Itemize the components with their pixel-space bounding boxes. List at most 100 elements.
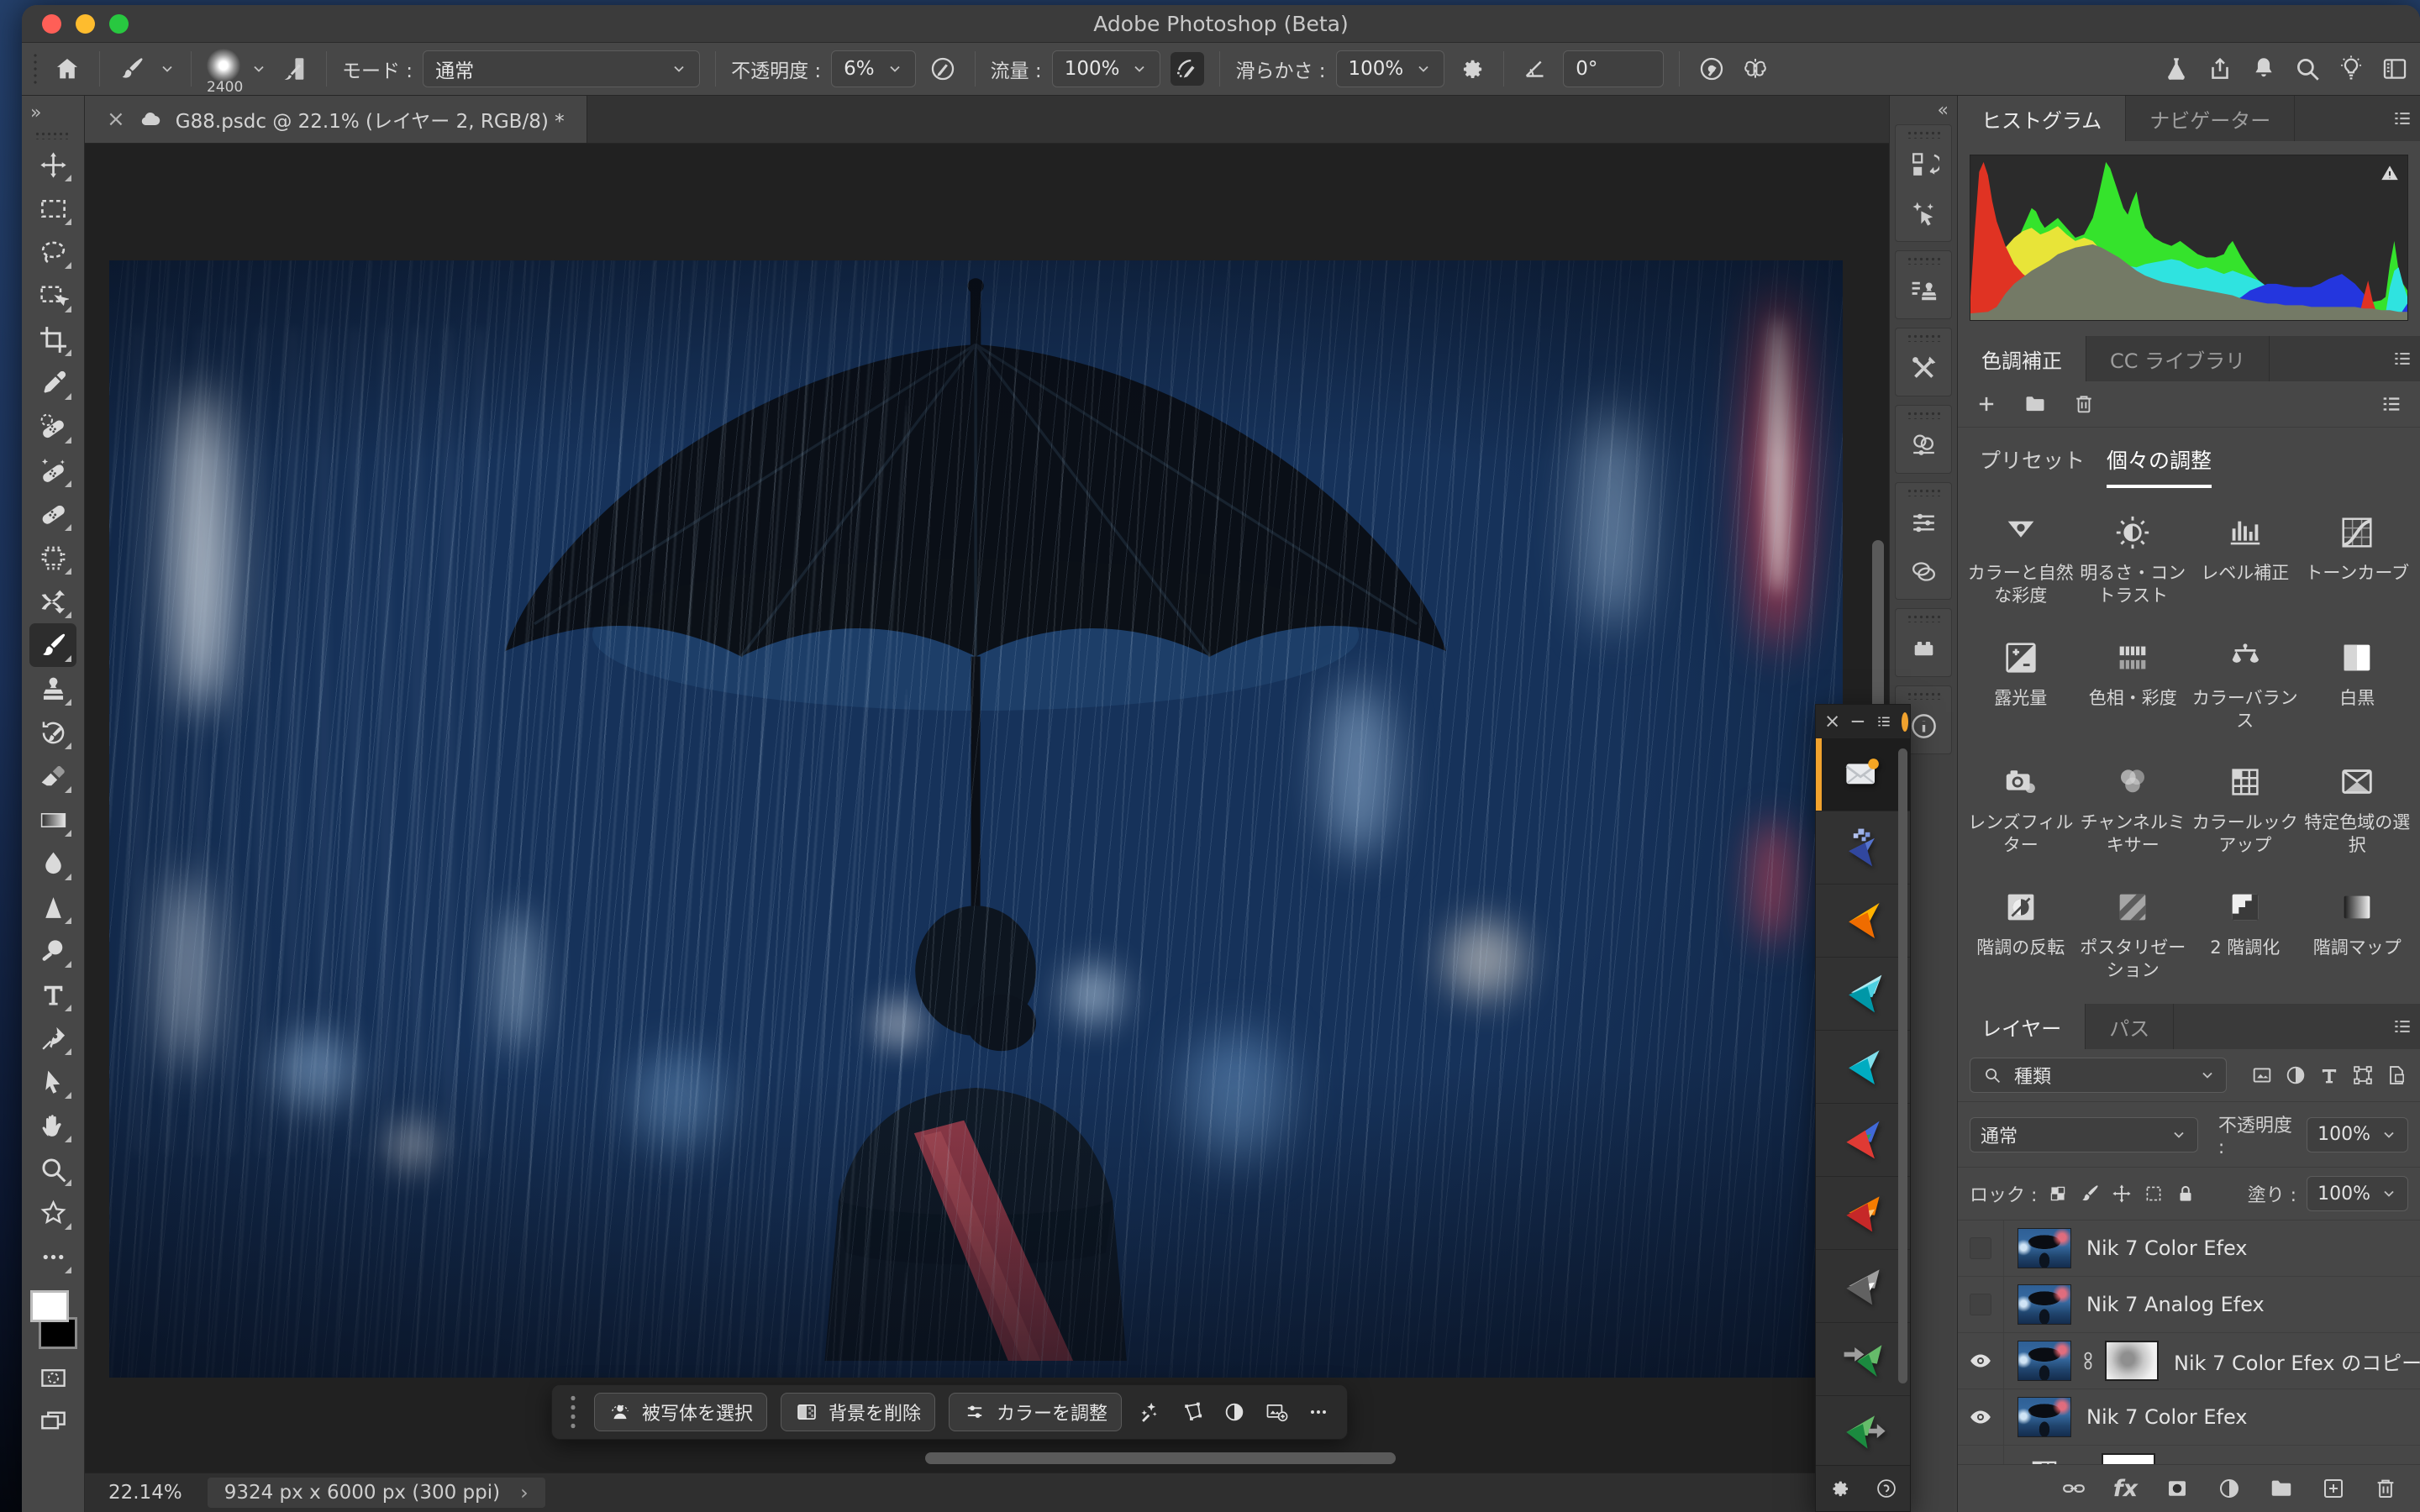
spot-healing-tool[interactable]	[29, 405, 76, 449]
eraser-tool[interactable]	[29, 754, 76, 798]
layer-row[interactable]: カラールックアップ 1	[1958, 1446, 2420, 1464]
nik-hdr-efex-button[interactable]	[1816, 958, 1910, 1031]
brush-tip-preview[interactable]: 2400	[207, 52, 240, 86]
nik-export-button[interactable]	[1816, 1396, 1910, 1465]
brush-angle-field[interactable]: 0°	[1563, 50, 1664, 87]
clone-source-panel-icon[interactable]	[1900, 266, 1947, 315]
vertical-scrollbar[interactable]	[1872, 540, 1884, 718]
pressure-opacity-icon[interactable]	[926, 52, 960, 86]
type-tool[interactable]	[29, 973, 76, 1016]
adjustment-color-balance[interactable]: カラーバランス	[2189, 638, 2302, 733]
ellipsis-icon[interactable]	[1307, 1400, 1330, 1424]
tools-panel-icon[interactable]	[1900, 344, 1947, 392]
properties-panel-icon[interactable]	[1900, 498, 1947, 547]
adjustment-hue-saturation[interactable]: 色相・彩度	[2077, 638, 2190, 733]
add-adjustment-icon[interactable]	[1975, 392, 1998, 416]
nik-list-icon[interactable]	[1876, 713, 1892, 730]
document-canvas-image[interactable]	[109, 260, 1843, 1378]
crop-tool[interactable]	[29, 318, 76, 361]
blur-tool[interactable]	[29, 842, 76, 885]
layer-fill-field[interactable]: 100%	[2307, 1176, 2408, 1211]
canvas-area[interactable]: 被写体を選択背景を削除カラーを調整	[85, 144, 1889, 1473]
layer-comps-panel-icon[interactable]	[1900, 547, 1947, 596]
nik-minimize-icon[interactable]: −	[1849, 711, 1865, 732]
layers-tab-1[interactable]: レイヤー	[1958, 1004, 2086, 1049]
nik-settings-gear-icon[interactable]	[1828, 1477, 1851, 1500]
visibility-hidden-box[interactable]	[1958, 1221, 2004, 1276]
add-image-icon[interactable]	[1265, 1400, 1288, 1424]
layer-mask-thumbnail[interactable]	[2102, 1453, 2155, 1464]
lock-all-icon[interactable]	[2175, 1183, 2196, 1205]
chevron-down-icon[interactable]	[250, 60, 267, 77]
transform-icon[interactable]	[1181, 1400, 1204, 1424]
taskbar-drag-handle[interactable]	[569, 1394, 577, 1431]
list-view-icon[interactable]	[2380, 392, 2403, 416]
color-mixer-panel-icon[interactable]	[1900, 421, 1947, 470]
lock-position-icon[interactable]	[2111, 1183, 2133, 1205]
adjustments-subtab-2[interactable]: 個々の調整	[2107, 444, 2212, 488]
home-icon[interactable]	[50, 52, 84, 86]
visibility-eye-icon[interactable]	[1958, 1333, 2004, 1389]
pressure-size-icon[interactable]	[1695, 52, 1728, 86]
layer-thumbnail[interactable]	[2018, 1397, 2071, 1437]
more-tools-tool[interactable]	[29, 1235, 76, 1278]
chevron-down-icon[interactable]	[159, 60, 176, 77]
layer-mask-thumbnail[interactable]	[2105, 1341, 2159, 1381]
foreground-color-swatch[interactable]	[30, 1290, 69, 1322]
histogram-tab-2[interactable]: ナビゲーター	[2126, 96, 2295, 141]
object-selection-tool[interactable]	[29, 274, 76, 318]
document-tab[interactable]: × G88.psdc @ 22.1% (レイヤー 2, RGB/8) *	[85, 96, 587, 143]
filter-adjustment-layers-icon[interactable]	[2284, 1063, 2307, 1087]
trash-icon[interactable]	[2072, 392, 2096, 416]
layer-style-fx-button[interactable]: fx	[2113, 1478, 2138, 1500]
adjustment-levels[interactable]: レベル補正	[2189, 513, 2302, 608]
adjustment-brightness-contrast[interactable]: 明るさ・コントラスト	[2077, 513, 2190, 608]
layer-thumbnail[interactable]	[2018, 1341, 2071, 1381]
layers-tab-2[interactable]: パス	[2086, 1004, 2174, 1049]
nik-help-icon[interactable]	[1875, 1477, 1898, 1500]
histogram-tab-1[interactable]: ヒストグラム	[1958, 96, 2126, 141]
layer-row[interactable]: Nik 7 Analog Efex	[1958, 1277, 2420, 1333]
visibility-hidden-box[interactable]	[1958, 1277, 2004, 1332]
minimize-window-button[interactable]	[76, 14, 95, 34]
layer-row[interactable]: Nik 7 Color Efex のコピー	[1958, 1333, 2420, 1389]
adjustment-gradient-map[interactable]: 階調マップ	[2302, 888, 2414, 983]
pen-tool[interactable]	[29, 1016, 76, 1060]
folder-icon[interactable]	[2023, 392, 2047, 416]
blend-mode-select[interactable]: 通常	[423, 50, 700, 87]
share-icon[interactable]	[2203, 52, 2237, 86]
toolbar-collapse-icon[interactable]: »	[22, 96, 84, 129]
histogram-warning-icon[interactable]	[2379, 162, 2401, 187]
history-brush-tool[interactable]	[29, 711, 76, 754]
dock-collapse-icon[interactable]: «	[1890, 96, 1957, 124]
lasso-tool[interactable]	[29, 230, 76, 274]
close-tab-icon[interactable]: ×	[107, 107, 125, 132]
panel-menu-icon[interactable]	[2391, 348, 2413, 373]
adjustment-color-lookup[interactable]: カラールックアップ	[2189, 763, 2302, 858]
link-layers-icon[interactable]	[2061, 1476, 2086, 1501]
eyedropper-tool[interactable]	[29, 361, 76, 405]
adjustment-invert[interactable]: 階調の反転	[1965, 888, 2077, 983]
adjust-color-button[interactable]: カラーを調整	[949, 1393, 1122, 1431]
gradient-tool[interactable]	[29, 798, 76, 842]
visibility-eye-icon[interactable]	[1958, 1389, 2004, 1445]
layer-opacity-field[interactable]: 100%	[2307, 1117, 2408, 1152]
layer-thumbnail[interactable]	[2018, 1228, 2071, 1268]
adjustment-posterize[interactable]: ポスタリゼーション	[2077, 888, 2190, 983]
delete-layer-icon[interactable]	[2373, 1476, 2398, 1501]
adjustments-subtab-1[interactable]: プリセット	[1980, 444, 2085, 488]
screen-mode-tool[interactable]	[29, 1399, 76, 1443]
discover-lightbulb-icon[interactable]	[2334, 52, 2368, 86]
adjustments-tab-1[interactable]: 色調補正	[1958, 336, 2086, 381]
patch-tool[interactable]	[29, 492, 76, 536]
new-group-icon[interactable]	[2269, 1476, 2294, 1501]
layer-thumbnail[interactable]	[2018, 1284, 2071, 1325]
filter-type-layers-icon[interactable]	[2317, 1063, 2341, 1087]
nik-close-icon[interactable]: ×	[1824, 711, 1840, 732]
dodge-tool[interactable]	[29, 929, 76, 973]
brush-tool[interactable]	[29, 623, 76, 667]
lock-pixels-icon[interactable]	[2079, 1183, 2101, 1205]
smoothing-field[interactable]: 100%	[1336, 50, 1445, 87]
quick-mask-tool[interactable]	[29, 1356, 76, 1399]
nik-sharpener-button[interactable]	[1816, 1031, 1910, 1104]
